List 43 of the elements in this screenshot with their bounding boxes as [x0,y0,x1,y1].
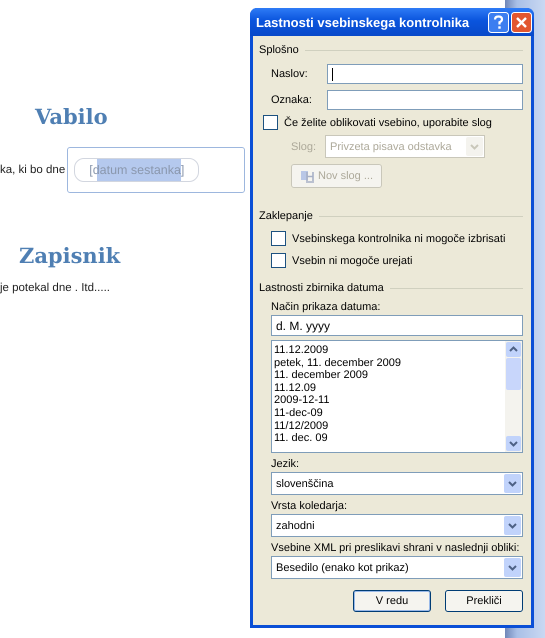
document-text: ka, ki bo dne [0,164,66,176]
scrollbar[interactable] [505,341,522,452]
field-label: Vsebine XML pri preslikavi shrani v naslednji obliki: [271,542,520,554]
field-label: Slog: [291,140,318,152]
checkbox-label: Vsebin ni mogoče urejati [292,254,412,266]
field-label: Naslov: [270,68,309,80]
calendar-dropdown[interactable]: zahodni [271,514,523,537]
checkbox[interactable] [271,253,286,268]
list-item[interactable]: 11. december 2009 [274,369,505,382]
checkbox[interactable] [263,115,278,130]
scroll-down-icon[interactable] [506,436,521,451]
language-dropdown[interactable]: slovenščina [271,472,523,495]
help-icon[interactable] [488,12,509,32]
input-field[interactable]: d. M. yyyy [271,315,523,336]
document-heading: Vabilo [35,104,108,129]
window-title: Lastnosti vsebinskega kontrolnika [256,14,470,30]
checkbox-label: Vsebinskega kontrolnika ni mogoče izbrisati [292,232,506,244]
list-item[interactable]: 11.12.2009 [274,344,505,357]
input-field[interactable] [327,90,523,110]
list-item[interactable]: petek, 11. december 2009 [274,356,505,370]
document-heading: Zapisnik [19,243,120,268]
field-label: Jezik: [271,458,300,470]
list-item[interactable]: 11-dec-09 [274,406,505,420]
xml-format-dropdown[interactable]: Besedilo (enako kot prikaz) [271,556,523,579]
list-item[interactable]: 11/12/2009 [274,420,505,432]
checkbox-label: Če želite oblikovati vsebino, uporabite slog [284,116,492,128]
group-heading: Lastnosti zbirnika datuma [259,282,384,294]
list-item[interactable]: 11.12.09 [274,382,505,394]
list-item[interactable]: 2009-12-11 [274,394,505,407]
cancel-button[interactable]: Prekliči [445,590,523,612]
style-icon [300,169,316,183]
group-heading: Zaklepanje [259,210,313,222]
document-text: je potekal dne . Itd..... [0,282,110,294]
input-field[interactable] [327,64,523,84]
field-label: Vrsta koledarja: [271,500,348,512]
close-icon[interactable] [511,12,532,32]
group-heading: Splošno [259,44,299,56]
list-item[interactable]: 11. dec. 09 [274,432,505,445]
field-label: Oznaka: [270,94,313,106]
checkbox[interactable] [271,231,286,246]
ok-button[interactable]: V redu [353,590,431,612]
scroll-up-icon[interactable] [506,342,521,357]
field-label: Način prikaza datuma: [271,301,382,313]
